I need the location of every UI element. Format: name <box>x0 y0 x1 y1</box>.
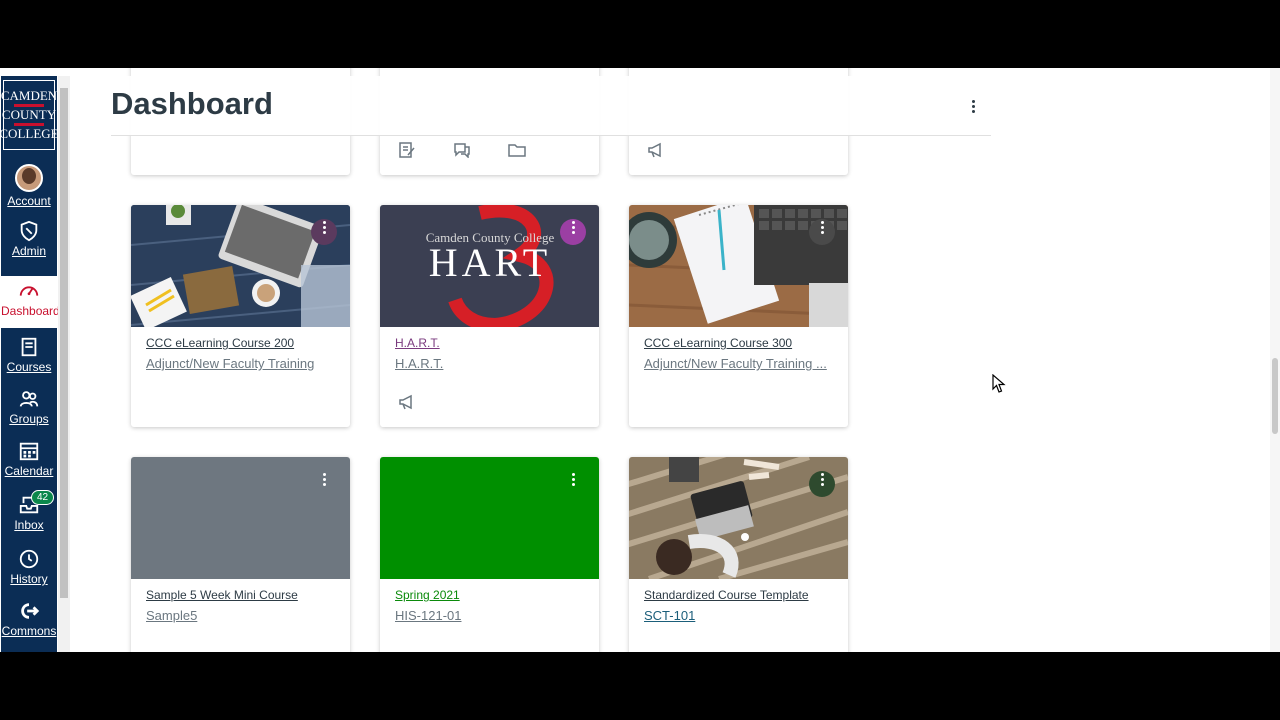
people-icon <box>19 391 39 407</box>
course-card[interactable]: Standardized Course Template SCT-101 <box>629 457 848 652</box>
course-card-subtitle[interactable]: Adjunct/New Faculty Training <box>146 356 338 371</box>
nav-item-calendar[interactable]: Calendar <box>1 440 57 490</box>
nav-item-account[interactable]: Account <box>1 164 57 214</box>
avatar <box>15 164 43 192</box>
page-scrollbar[interactable] <box>1270 68 1280 652</box>
course-card-title[interactable]: Spring 2021 <box>395 588 460 602</box>
page-scrollbar-thumb[interactable] <box>1272 358 1278 434</box>
course-card-title[interactable]: CCC eLearning Course 300 <box>644 336 792 350</box>
nav-item-history[interactable]: History <box>1 548 57 598</box>
nav-item-label: Dashboard <box>1 304 60 318</box>
course-card-options-button[interactable] <box>311 219 337 245</box>
nav-item-groups[interactable]: Groups <box>1 388 57 438</box>
logo-line-1: CAMDEN <box>0 88 58 103</box>
course-card-options-button[interactable] <box>311 471 337 497</box>
course-card-options-button[interactable] <box>560 471 586 497</box>
course-card-options-button[interactable] <box>809 219 835 245</box>
course-card-subtitle[interactable]: Adjunct/New Faculty Training ... <box>644 356 836 371</box>
course-card-subtitle[interactable]: HIS-121-01 <box>395 608 587 623</box>
nav-item-label: Calendar <box>4 464 54 478</box>
folder-icon[interactable] <box>508 142 526 158</box>
course-card-subtitle[interactable]: H.A.R.T. <box>395 356 587 371</box>
course-card[interactable]: CCC eLearning Course 300 Adjunct/New Fac… <box>629 205 848 427</box>
unread-count-badge: 42 <box>31 490 55 505</box>
dashboard-header: Dashboard <box>111 76 991 136</box>
course-card[interactable]: CCC eLearning Course 200 Adjunct/New Fac… <box>131 205 350 427</box>
nav-item-courses[interactable]: Courses <box>1 336 57 386</box>
nav-item-label: Commons <box>1 624 57 638</box>
shield-icon <box>20 220 38 242</box>
nav-item-label: Groups <box>9 412 49 426</box>
course-card-options-button[interactable] <box>560 219 586 245</box>
nav-item-label: Inbox <box>14 518 44 532</box>
gauge-icon <box>19 286 39 296</box>
nav-scrollbar-thumb[interactable] <box>60 88 68 598</box>
course-card-options-button[interactable] <box>809 471 835 497</box>
nav-item-label: Account <box>7 194 51 208</box>
mouse-cursor-icon <box>992 374 1006 393</box>
nav-item-commons[interactable]: Commons <box>1 600 57 650</box>
nav-item-label: History <box>10 572 48 586</box>
course-card[interactable]: Sample 5 Week Mini Course Sample5 <box>131 457 350 652</box>
announcements-icon[interactable] <box>398 394 416 410</box>
global-nav: CAMDEN COUNTY COLLEGE Account Admin Dash… <box>0 76 60 652</box>
course-card-subtitle[interactable]: SCT-101 <box>644 608 836 623</box>
course-card[interactable]: Spring 2021 HIS-121-01 <box>380 457 599 652</box>
course-card-title[interactable]: Standardized Course Template <box>644 588 809 602</box>
hero-text-big: HART <box>429 240 551 285</box>
nav-scrollbar[interactable] <box>58 76 70 652</box>
college-logo[interactable]: CAMDEN COUNTY COLLEGE <box>0 80 59 150</box>
browser-content: CAMDEN COUNTY COLLEGE Account Admin Dash… <box>0 68 1280 652</box>
page-title: Dashboard <box>111 86 273 121</box>
nav-item-dashboard[interactable]: Dashboard <box>1 276 60 328</box>
commons-icon <box>21 603 40 619</box>
nav-item-inbox[interactable]: 42 Inbox <box>1 490 57 544</box>
clock-icon <box>19 549 39 569</box>
book-icon <box>21 337 37 357</box>
nav-item-admin[interactable]: Admin <box>1 220 57 270</box>
course-card-subtitle[interactable]: Sample5 <box>146 608 338 623</box>
logo-line-3: COLLEGE <box>0 126 59 141</box>
assignments-icon[interactable] <box>398 142 416 158</box>
announcements-icon[interactable] <box>647 142 665 158</box>
course-card-title[interactable]: H.A.R.T. <box>395 336 440 350</box>
course-card-title[interactable]: CCC eLearning Course 200 <box>146 336 294 350</box>
course-card[interactable]: Camden County College HART H.A.R.T. H.A.… <box>380 205 599 427</box>
dashboard-options-button[interactable] <box>963 98 983 118</box>
nav-item-label: Admin <box>11 244 46 258</box>
logo-line-2: COUNTY <box>1 107 57 122</box>
discussions-icon[interactable] <box>453 142 471 158</box>
calendar-icon <box>19 442 39 461</box>
nav-item-label: Courses <box>6 360 52 374</box>
course-card-title[interactable]: Sample 5 Week Mini Course <box>146 588 298 602</box>
